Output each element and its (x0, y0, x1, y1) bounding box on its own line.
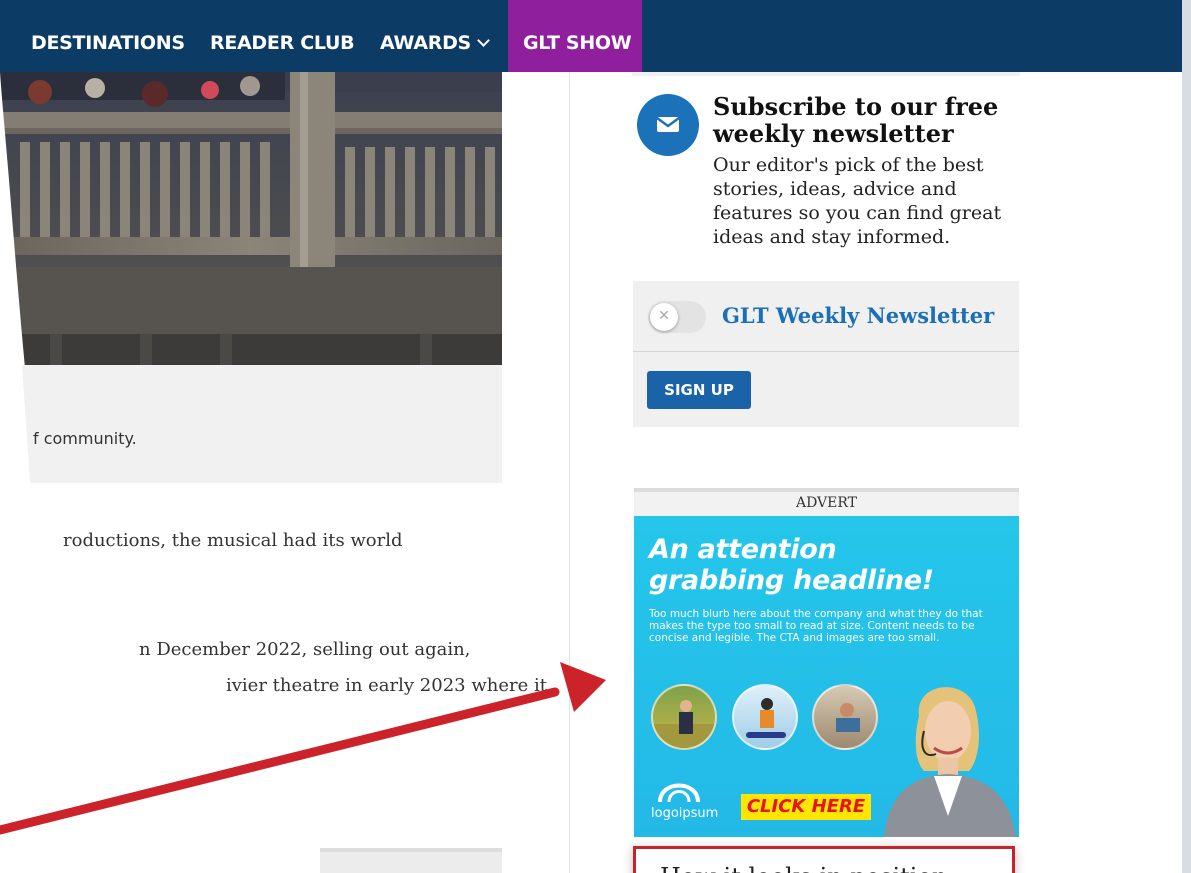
bottom-content-bar (320, 848, 502, 873)
nav-destinations[interactable]: DESTINATIONS (31, 0, 185, 72)
advert-banner[interactable]: An attention grabbing headline! Too much… (634, 516, 1019, 837)
callout-text: How it looks in position: (660, 863, 955, 873)
nav-awards[interactable]: AWARDS (380, 0, 490, 72)
advert-headline-line-1: An attention (649, 534, 837, 565)
support-agent-photo (884, 687, 1016, 837)
click-here-button[interactable]: CLICK HERE (741, 794, 871, 820)
image-caption: f community. (33, 429, 137, 448)
advert-label: ADVERT (634, 488, 1019, 516)
top-navigation: DESTINATIONS READER CLUB AWARDS GLT SHOW (0, 0, 1191, 72)
newsletter-title: Subscribe to our free weekly newsletter (713, 92, 999, 148)
callout-box: How it looks in position: (633, 846, 1015, 873)
nav-reader-club[interactable]: READER CLUB (210, 0, 355, 72)
advert-headline: An attention grabbing headline! (649, 534, 1009, 596)
scrollbar-track[interactable] (1182, 0, 1191, 873)
newsletter-description: Our editor's pick of the best stories, i… (713, 154, 1002, 248)
signup-divider (633, 351, 1019, 352)
mail-icon (637, 94, 699, 156)
snowboarder-photo (732, 684, 798, 750)
nav-glt-show[interactable]: GLT SHOW (523, 0, 632, 72)
sidebar-top-rule (632, 72, 1020, 76)
logo-icon (658, 783, 700, 803)
advert-blurb: Too much blurb here about the company an… (649, 608, 983, 644)
nav-awards-label: AWARDS (380, 32, 471, 54)
chevron-down-icon (477, 34, 490, 47)
newsletter-toggle-label[interactable]: GLT Weekly Newsletter (722, 301, 994, 331)
article-paragraph-1: roductions, the musical had its world (63, 530, 403, 551)
image-caption-box (22, 365, 502, 483)
sign-up-button[interactable]: SIGN UP (647, 371, 751, 409)
red-arrow-annotation (0, 662, 606, 835)
article-paragraph-2-line-1: n December 2022, selling out again, (139, 639, 471, 660)
close-icon[interactable]: ✕ (650, 303, 678, 331)
advert-logo-text: logoipsum (651, 806, 719, 821)
hiker-photo (651, 684, 717, 750)
advert-headline-line-2: grabbing headline! (649, 565, 934, 596)
